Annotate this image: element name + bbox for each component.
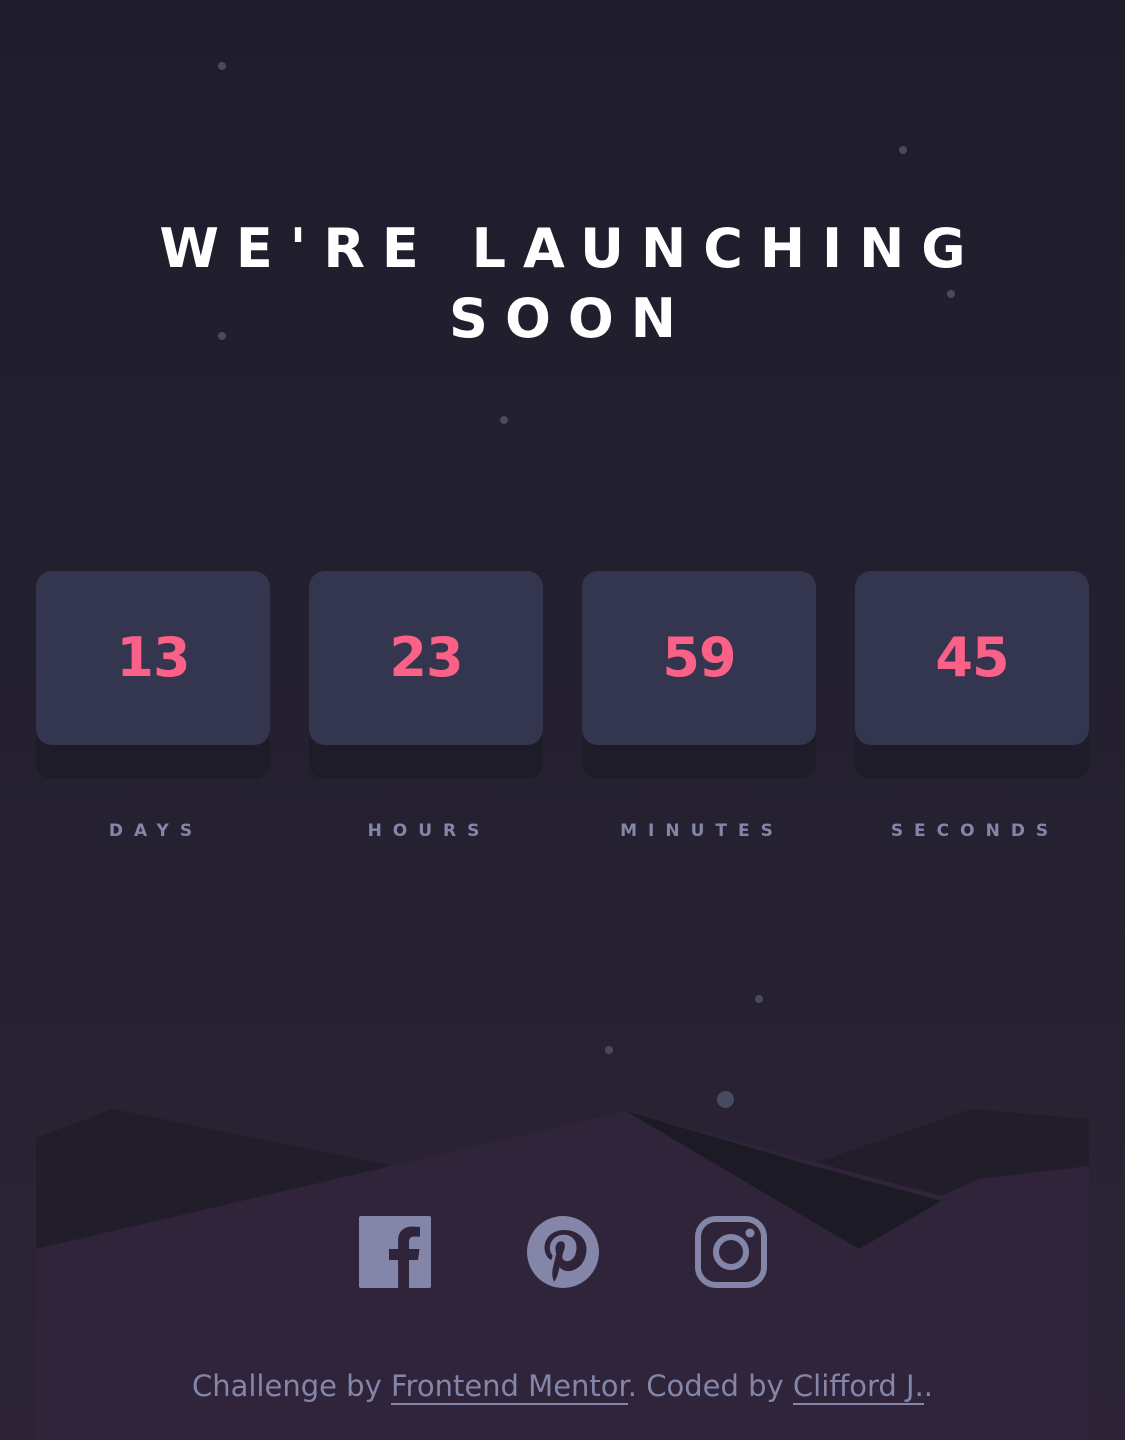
pinterest-link[interactable] [527,1216,599,1288]
flip-card-face: 45 [855,571,1089,745]
social-links [0,1216,1125,1288]
attribution-middle: . Coded by [627,1369,793,1403]
star [899,146,907,154]
flip-card: 59 [582,571,816,779]
star [218,62,226,70]
flip-card-face: 59 [582,571,816,745]
page-title-line2: SOON [449,287,693,350]
days-label: DAYS [108,821,204,841]
hours-label: HOURS [367,821,491,841]
star [500,416,508,424]
countdown-days: 13 DAYS [36,571,270,841]
flip-card: 23 [309,571,543,779]
countdown-minutes: 59 MINUTES [582,571,816,841]
instagram-icon [695,1216,767,1288]
days-value: 13 [116,626,190,689]
countdown-hours: 23 HOURS [309,571,543,841]
minutes-value: 59 [662,626,736,689]
frontend-mentor-link[interactable]: Frontend Mentor [390,1369,628,1405]
flip-card: 13 [36,571,270,779]
facebook-icon [359,1216,431,1288]
facebook-link[interactable] [359,1216,431,1288]
flip-card-face: 23 [309,571,543,745]
minutes-label: MINUTES [620,821,784,841]
seconds-label: SECONDS [890,821,1060,841]
attribution-suffix: . [923,1369,934,1403]
page-title-line1: WE'RE LAUNCHING [159,217,983,280]
countdown-timer: 13 DAYS 23 HOURS 59 MINUTES 45 SECONDS [36,571,1089,851]
author-link[interactable]: Clifford J. [792,1369,924,1405]
hours-value: 23 [389,626,463,689]
instagram-link[interactable] [695,1216,767,1288]
attribution-prefix: Challenge by [191,1369,391,1403]
flip-card: 45 [855,571,1089,779]
star [755,995,763,1003]
attribution: Challenge by Frontend Mentor. Coded by C… [0,1366,1125,1406]
seconds-value: 45 [935,626,1009,689]
countdown-seconds: 45 SECONDS [855,571,1089,841]
pinterest-icon [527,1216,599,1288]
page-title: WE'RE LAUNCHING SOON [0,214,1125,354]
flip-card-face: 13 [36,571,270,745]
star [605,1046,613,1054]
